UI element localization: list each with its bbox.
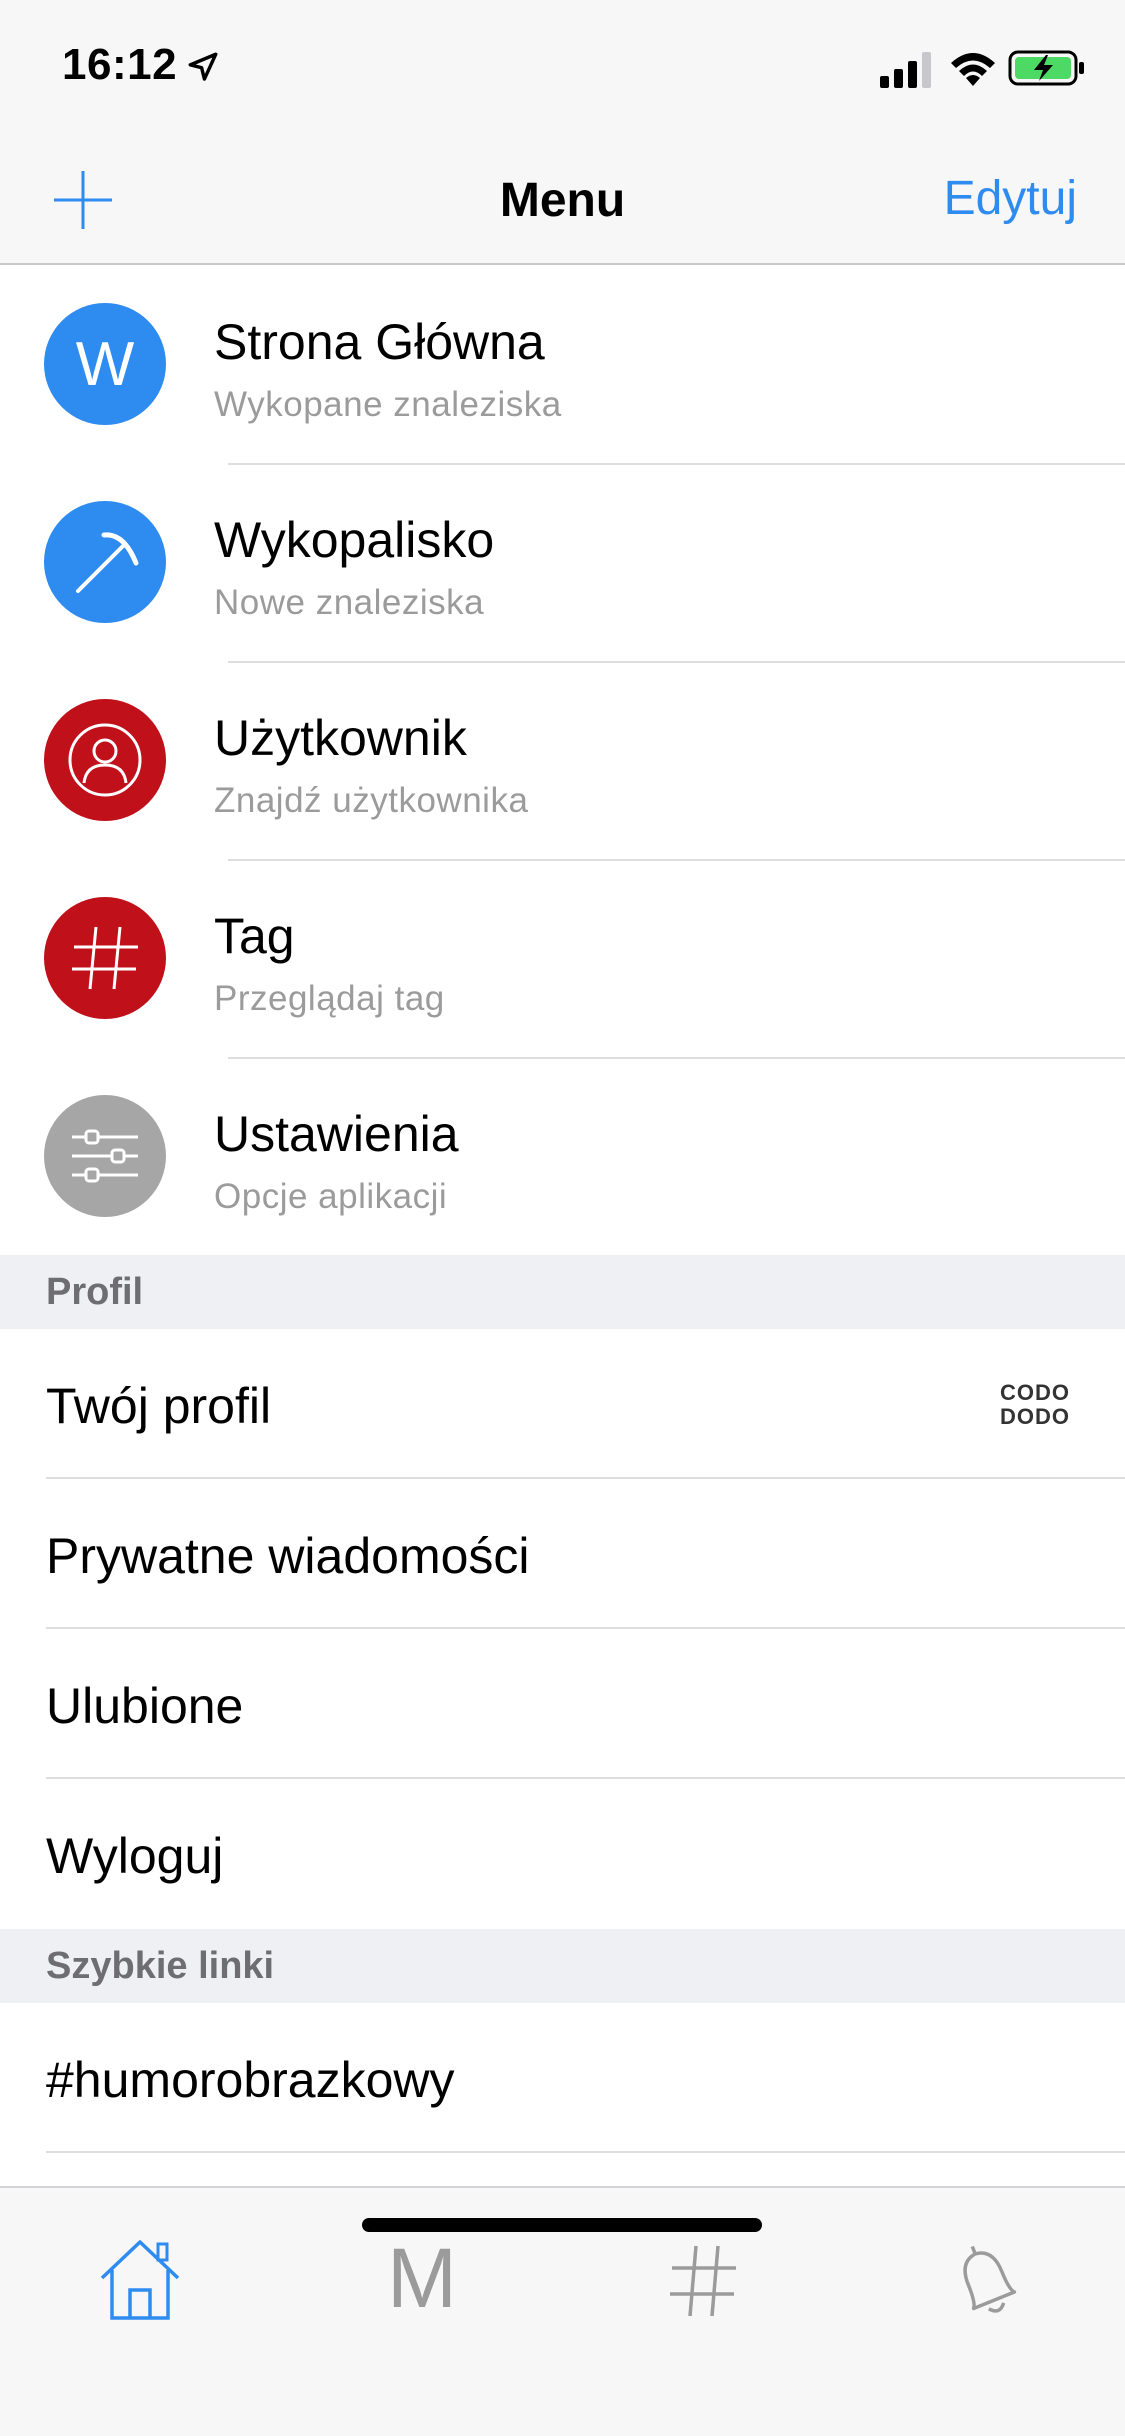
row-label: Ulubione bbox=[46, 1678, 244, 1734]
sliders-icon bbox=[44, 1095, 166, 1217]
menu-item-subtitle: Nowe znaleziska bbox=[214, 583, 485, 622]
avatar-logo: CODO DODO bbox=[1000, 1381, 1070, 1429]
home-indicator bbox=[362, 2218, 762, 2232]
profile-item-your-profile[interactable]: Twój profil CODO DODO bbox=[0, 1329, 1125, 1479]
profile-item-logout[interactable]: Wyloguj bbox=[0, 1779, 1125, 1929]
section-header-label: Szybkie linki bbox=[46, 1945, 275, 1987]
menu-item-title: Użytkownik bbox=[214, 710, 467, 766]
row-label: Wyloguj bbox=[46, 1828, 224, 1884]
menu-item-title: Strona Główna bbox=[214, 314, 545, 370]
menu-item-subtitle: Opcje aplikacji bbox=[214, 1177, 448, 1216]
tab-home[interactable] bbox=[80, 2228, 200, 2328]
menu-item-title: Ustawienia bbox=[214, 1106, 459, 1162]
divider bbox=[46, 2151, 1125, 2153]
menu-item-subtitle: Przeglądaj tag bbox=[214, 979, 445, 1018]
tab-tags[interactable] bbox=[642, 2228, 762, 2328]
svg-text:W: W bbox=[76, 330, 135, 399]
menu-item-title: Wykopalisko bbox=[214, 512, 495, 568]
location-arrow-icon bbox=[188, 52, 218, 81]
row-label: Twój profil bbox=[46, 1378, 272, 1434]
pickaxe-icon bbox=[44, 501, 166, 623]
hashtag-icon bbox=[670, 2245, 736, 2317]
hashtag-icon bbox=[44, 897, 166, 1019]
section-header-profile: Profil bbox=[0, 1255, 1125, 1329]
navigation-bar: Menu Edytuj bbox=[0, 135, 1125, 265]
row-label: #humorobrazkowy bbox=[46, 2052, 455, 2108]
status-time: 16:12 bbox=[62, 40, 178, 89]
cellular-signal-icon bbox=[880, 52, 931, 88]
row-label: Prywatne wiadomości bbox=[46, 1528, 530, 1584]
quick-link-item[interactable]: #humorobrazkowy bbox=[0, 2003, 1125, 2153]
menu-item-title: Tag bbox=[214, 908, 295, 964]
menu-item-user[interactable]: Użytkownik Znajdź użytkownika bbox=[0, 663, 1125, 861]
menu-item-subtitle: Wykopane znaleziska bbox=[214, 385, 562, 424]
menu-item-home[interactable]: W Strona Główna Wykopane znaleziska bbox=[0, 267, 1125, 465]
m-letter-icon: M bbox=[387, 2231, 457, 2325]
section-header-label: Profil bbox=[46, 1271, 144, 1313]
battery-charging-icon bbox=[1008, 50, 1084, 86]
profile-item-private-messages[interactable]: Prywatne wiadomości bbox=[0, 1479, 1125, 1629]
status-bar: 16:12 bbox=[0, 0, 1125, 135]
menu-item-excavation[interactable]: Wykopalisko Nowe znaleziska bbox=[0, 465, 1125, 663]
section-header-quick-links: Szybkie linki bbox=[0, 1929, 1125, 2003]
avatar-logo-line2: DODO bbox=[1000, 1404, 1070, 1429]
edit-button[interactable]: Edytuj bbox=[944, 171, 1077, 226]
menu-item-tag[interactable]: Tag Przeglądaj tag bbox=[0, 861, 1125, 1059]
user-icon bbox=[44, 699, 166, 821]
profile-item-favorites[interactable]: Ulubione bbox=[0, 1629, 1125, 1779]
wifi-icon bbox=[951, 53, 995, 86]
bell-icon bbox=[963, 2245, 1017, 2313]
avatar-logo-line1: CODO bbox=[1000, 1380, 1070, 1405]
tab-notifications[interactable] bbox=[925, 2228, 1045, 2328]
tab-mikroblog[interactable]: M bbox=[362, 2228, 482, 2328]
main-menu-list: W Strona Główna Wykopane znaleziska Wyko… bbox=[0, 267, 1125, 1257]
menu-item-subtitle: Znajdź użytkownika bbox=[214, 781, 529, 820]
menu-item-settings[interactable]: Ustawienia Opcje aplikacji bbox=[0, 1059, 1125, 1257]
home-icon bbox=[100, 2240, 180, 2320]
w-letter-icon: W bbox=[44, 303, 166, 425]
